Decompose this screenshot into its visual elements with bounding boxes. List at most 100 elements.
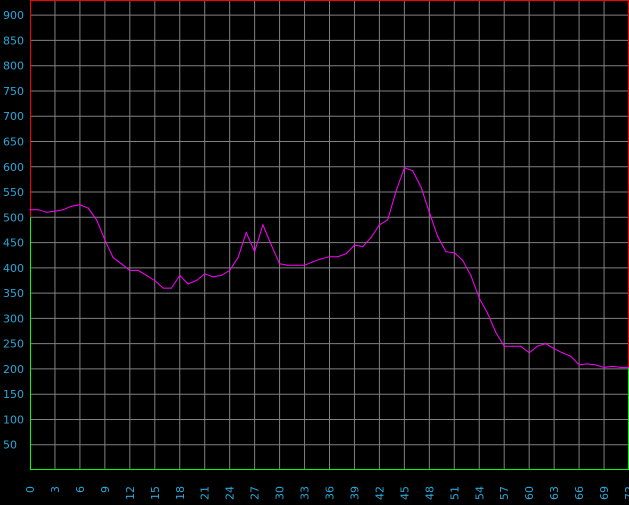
y-tick-label: 100 xyxy=(3,413,24,426)
data-point xyxy=(204,273,206,275)
data-point xyxy=(528,352,530,354)
x-tick-label: 39 xyxy=(348,486,361,500)
data-point xyxy=(79,204,81,206)
data-point xyxy=(370,236,372,239)
y-tick-label: 750 xyxy=(3,85,24,98)
data-point xyxy=(46,211,48,213)
x-tick-label: 24 xyxy=(224,486,237,500)
data-point xyxy=(395,190,397,192)
plot-background xyxy=(0,0,629,505)
data-point xyxy=(145,274,148,277)
y-tick-label: 350 xyxy=(3,287,24,300)
data-point xyxy=(603,366,605,369)
x-tick-label: 54 xyxy=(473,486,486,500)
data-point xyxy=(104,239,106,241)
y-tick-label: 50 xyxy=(3,439,17,452)
data-point xyxy=(237,257,239,259)
data-point xyxy=(328,256,331,258)
data-point xyxy=(387,219,389,221)
x-tick-label: 63 xyxy=(548,486,561,500)
x-tick-label: 36 xyxy=(324,486,337,500)
data-point xyxy=(54,210,56,212)
data-point xyxy=(553,348,555,350)
data-point xyxy=(120,263,123,265)
data-point xyxy=(595,364,597,366)
y-tick-label: 150 xyxy=(3,388,24,401)
x-tick-label: 48 xyxy=(423,486,436,500)
y-tick-label: 200 xyxy=(3,363,24,376)
data-point xyxy=(212,276,214,278)
data-point xyxy=(345,253,347,255)
data-point xyxy=(337,256,339,258)
x-tick-label: 27 xyxy=(249,486,262,500)
data-point xyxy=(362,246,364,248)
data-point xyxy=(312,261,314,263)
x-tick-label: 45 xyxy=(398,486,411,500)
x-tick-label: 51 xyxy=(448,486,461,500)
y-tick-label: 700 xyxy=(3,110,24,123)
y-tick-label: 400 xyxy=(3,262,24,275)
y-tick-label: 850 xyxy=(3,34,24,47)
data-point xyxy=(179,274,181,277)
data-point xyxy=(137,269,139,271)
data-point xyxy=(412,170,414,172)
data-point xyxy=(420,186,422,188)
y-tick-label: 650 xyxy=(3,136,24,149)
data-point xyxy=(486,312,489,314)
x-tick-label: 42 xyxy=(373,486,386,500)
data-point xyxy=(87,207,89,209)
x-tick-label: 12 xyxy=(124,486,137,500)
data-point xyxy=(520,345,522,347)
data-point xyxy=(29,209,31,211)
y-tick-label: 500 xyxy=(3,211,24,224)
data-point xyxy=(403,167,405,169)
data-point xyxy=(129,269,131,271)
data-point xyxy=(561,352,564,354)
data-point xyxy=(303,264,306,266)
data-point xyxy=(262,224,264,226)
data-point xyxy=(195,279,197,282)
x-tick-label: 33 xyxy=(299,486,312,500)
data-point xyxy=(37,209,39,211)
data-point xyxy=(545,343,547,345)
data-point xyxy=(162,287,164,289)
data-point xyxy=(254,251,256,253)
x-tick-label: 6 xyxy=(74,486,87,493)
data-point xyxy=(478,297,480,299)
data-point xyxy=(611,365,613,367)
x-tick-label: 9 xyxy=(99,486,112,493)
data-point xyxy=(295,264,297,266)
y-tick-label: 550 xyxy=(3,186,24,199)
data-point xyxy=(511,345,514,347)
x-tick-label: 72 xyxy=(623,486,629,500)
data-point xyxy=(220,274,222,277)
data-point xyxy=(378,224,381,226)
data-point xyxy=(70,205,73,207)
x-tick-label: 0 xyxy=(24,486,37,493)
data-point xyxy=(578,364,580,366)
data-point xyxy=(503,345,505,347)
data-point xyxy=(229,269,231,271)
data-point xyxy=(453,252,455,254)
x-tick-label: 21 xyxy=(199,486,212,500)
data-point xyxy=(470,274,472,277)
x-tick-label: 57 xyxy=(498,486,511,500)
x-tick-label: 15 xyxy=(149,486,162,500)
x-tick-label: 18 xyxy=(174,486,187,500)
data-point xyxy=(95,219,98,221)
data-point xyxy=(570,355,572,357)
data-point xyxy=(428,211,430,213)
x-tick-label: 30 xyxy=(274,486,287,500)
x-tick-label: 66 xyxy=(573,486,586,500)
data-point xyxy=(536,345,539,347)
y-tick-label: 900 xyxy=(3,9,24,22)
data-point xyxy=(170,287,173,289)
y-tick-label: 800 xyxy=(3,60,24,73)
data-point xyxy=(270,244,272,246)
data-point xyxy=(320,258,322,260)
data-point xyxy=(112,257,114,259)
y-tick-label: 250 xyxy=(3,338,24,351)
data-point xyxy=(62,209,64,211)
y-tick-label: 300 xyxy=(3,312,24,325)
x-tick-label: 3 xyxy=(49,486,62,493)
